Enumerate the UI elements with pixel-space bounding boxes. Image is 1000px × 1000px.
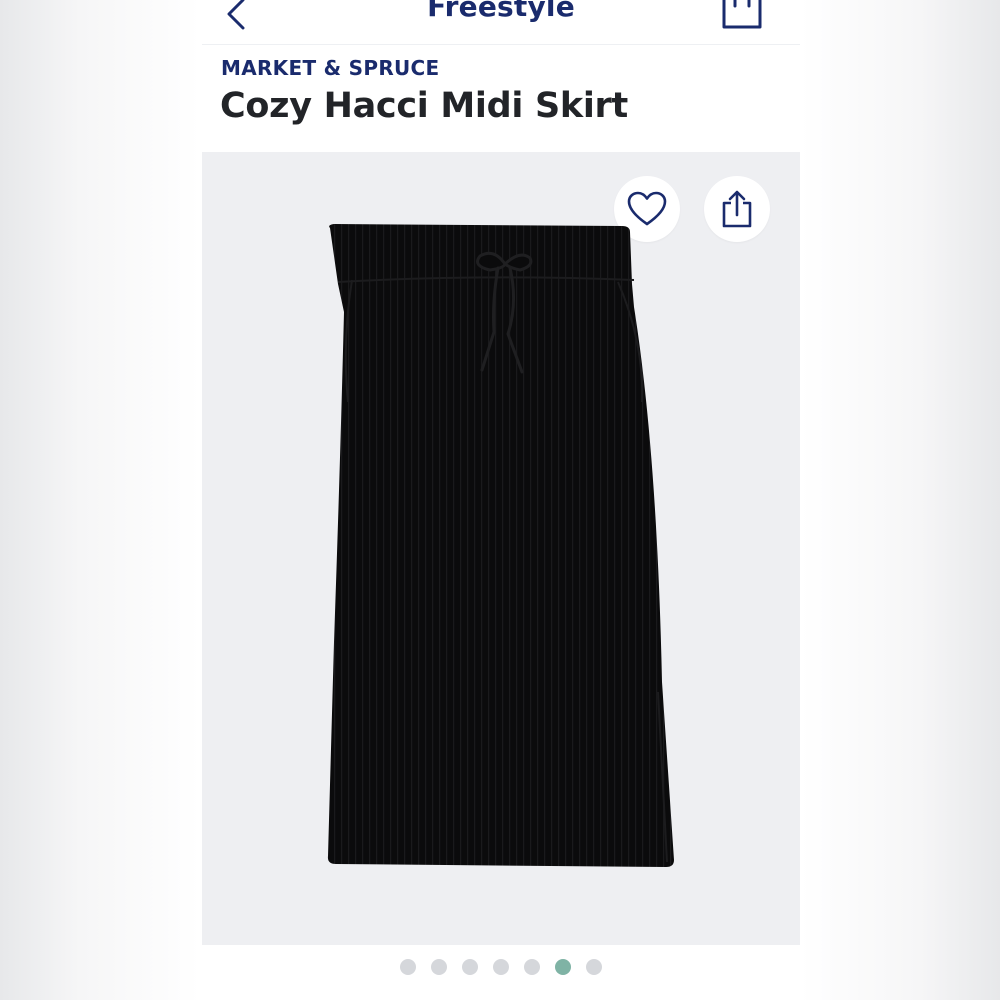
product-header: MARKET & SPRUCE Cozy Hacci Midi Skirt <box>202 44 800 152</box>
gallery-pagination <box>202 945 800 989</box>
brand-name[interactable]: MARKET & SPRUCE <box>221 56 440 80</box>
app-screen: Freestyle MARKET & SPRUCE Cozy Hacci Mid… <box>202 0 800 1000</box>
product-image-skirt <box>327 224 674 867</box>
product-image-gallery[interactable] <box>202 152 800 945</box>
share-button[interactable] <box>704 176 770 242</box>
shopping-bag-button[interactable] <box>718 0 766 32</box>
pagination-dot-active[interactable] <box>555 959 571 975</box>
pagination-dot[interactable] <box>524 959 540 975</box>
pagination-dot[interactable] <box>462 959 478 975</box>
pagination-dot[interactable] <box>400 959 416 975</box>
share-icon <box>722 190 752 228</box>
app-title: Freestyle <box>427 0 575 23</box>
shopping-bag-icon <box>722 0 762 29</box>
top-nav-bar: Freestyle <box>202 0 800 45</box>
pagination-dot[interactable] <box>493 959 509 975</box>
product-title: Cozy Hacci Midi Skirt <box>220 86 628 126</box>
pagination-dot[interactable] <box>586 959 602 975</box>
pagination-dot[interactable] <box>431 959 447 975</box>
